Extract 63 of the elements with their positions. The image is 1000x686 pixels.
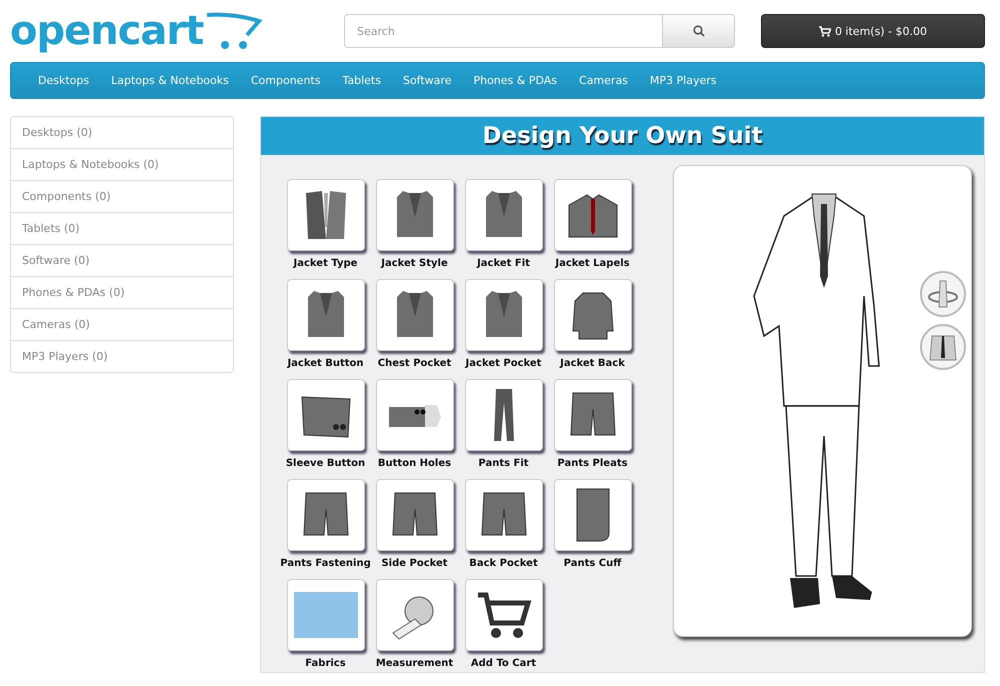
option-tile[interactable] <box>464 579 542 651</box>
option-tile[interactable] <box>554 179 632 251</box>
category-link[interactable]: Phones & PDAs (0) <box>11 276 233 308</box>
option-label: Jacket Back <box>560 358 625 369</box>
category-link[interactable]: Tablets (0) <box>11 212 233 244</box>
category-link[interactable]: Cameras (0) <box>11 308 233 340</box>
option-tile[interactable] <box>464 279 542 351</box>
option-tile[interactable] <box>376 179 454 251</box>
option-label: Add To Cart <box>470 658 536 669</box>
menu-link[interactable]: Components <box>240 74 332 87</box>
option-label: Jacket Type <box>294 258 358 269</box>
option-tile[interactable] <box>376 379 454 451</box>
option-tile[interactable] <box>286 579 364 651</box>
option-label: Back Pocket <box>469 558 538 569</box>
option-label: Side Pocket <box>381 558 448 569</box>
menu-link[interactable]: MP3 Players <box>638 74 728 87</box>
menu-link[interactable]: Phones & PDAs <box>462 74 568 87</box>
option-tile[interactable] <box>464 379 542 451</box>
option-label: Jacket Pocket <box>466 358 542 369</box>
category-link[interactable]: Desktops (0) <box>11 117 233 148</box>
option-label: Measurement <box>376 658 454 669</box>
option-tile[interactable] <box>554 379 632 451</box>
menu-link[interactable]: Desktops <box>27 74 100 87</box>
option-label: Jacket Style <box>381 258 448 269</box>
search-field[interactable]: Search <box>344 14 663 48</box>
option-tile[interactable] <box>464 479 542 551</box>
option-tile[interactable] <box>286 479 364 551</box>
menu-link[interactable]: Software <box>392 74 462 87</box>
menu-link[interactable]: Tablets <box>331 74 392 87</box>
designer-title: Design Your Own Suit <box>261 117 984 155</box>
option-tile[interactable] <box>554 479 632 551</box>
option-tile[interactable] <box>554 279 632 351</box>
logo[interactable]: opencart <box>10 11 204 51</box>
option-label: Button Holes <box>378 458 452 469</box>
option-tile[interactable] <box>286 279 364 351</box>
option-tile[interactable] <box>376 579 454 651</box>
category-link[interactable]: Components (0) <box>11 180 233 212</box>
category-link[interactable]: MP3 Players (0) <box>11 340 233 372</box>
option-label: Pants Fit <box>478 458 529 469</box>
option-label: Jacket Lapels <box>555 258 630 269</box>
cart-button[interactable]: 0 item(s) - $0.00 <box>761 14 985 48</box>
option-label: Jacket Fit <box>477 258 530 269</box>
option-tile[interactable] <box>286 379 364 451</box>
option-label: Jacket Button <box>287 358 364 369</box>
fabric-swatch-icon <box>294 592 358 638</box>
cart-icon <box>818 26 831 36</box>
option-label: Sleeve Button <box>286 458 366 469</box>
rotate-view-button[interactable] <box>920 271 966 317</box>
option-label: Pants Cuff <box>564 558 622 569</box>
option-label: Chest Pocket <box>378 358 452 369</box>
category-link[interactable]: Software (0) <box>11 244 233 276</box>
shirt-tie-view-button[interactable] <box>920 324 966 370</box>
option-label: Fabrics <box>305 658 346 669</box>
option-tile[interactable] <box>376 279 454 351</box>
option-tile[interactable] <box>376 479 454 551</box>
option-label: Pants Fastening <box>280 558 371 569</box>
option-tile[interactable] <box>286 179 364 251</box>
option-tile[interactable] <box>464 179 542 251</box>
option-label: Pants Pleats <box>557 458 628 469</box>
category-link[interactable]: Laptops & Notebooks (0) <box>11 148 233 180</box>
search-icon <box>692 25 704 37</box>
menu-link[interactable]: Cameras <box>568 74 639 87</box>
menu-link[interactable]: Laptops & Notebooks <box>100 74 240 87</box>
